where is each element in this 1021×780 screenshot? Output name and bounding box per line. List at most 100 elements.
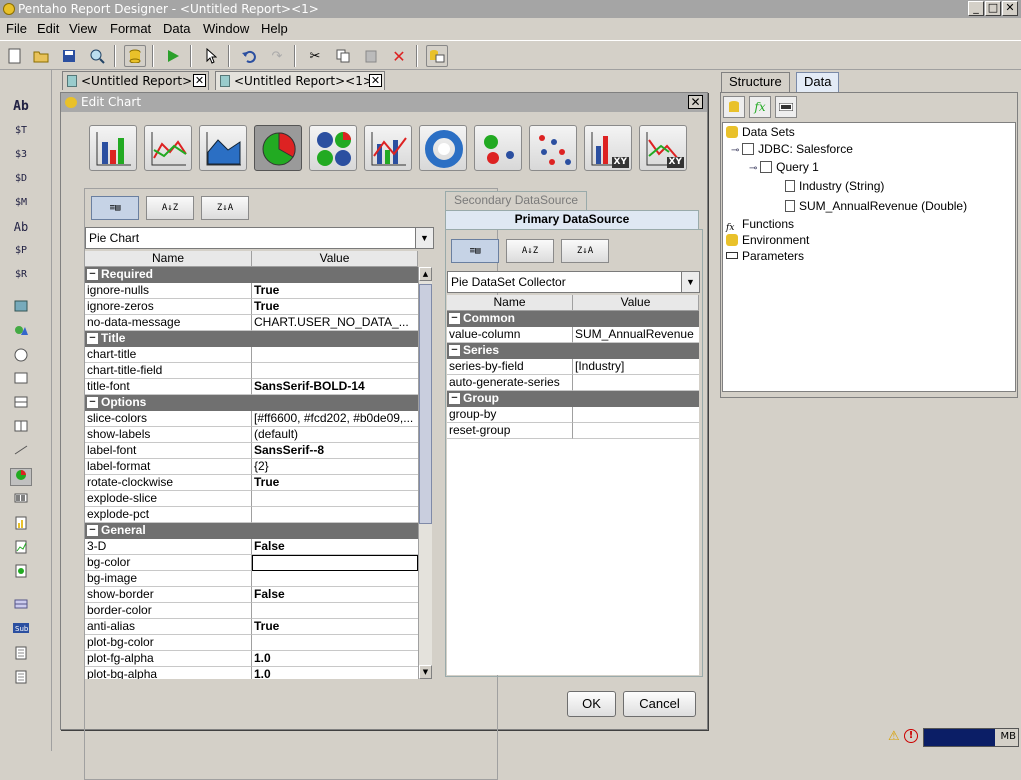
property-value[interactable]: CHART.USER_NO_DATA_... [252, 315, 418, 331]
property-group[interactable]: − Group [447, 391, 699, 407]
cut-icon[interactable]: ✂ [304, 45, 326, 67]
cancel-button[interactable]: Cancel [623, 691, 696, 717]
property-row[interactable]: explode-slice [85, 491, 418, 507]
sort-descending-button[interactable]: Z↓A [561, 239, 609, 263]
collapse-icon[interactable]: − [449, 345, 460, 356]
pie-sparkline-icon[interactable] [10, 564, 32, 582]
collapse-icon[interactable]: − [87, 333, 98, 344]
horizontal-line-icon[interactable] [10, 396, 32, 414]
palette-resource-message[interactable]: $P [10, 242, 32, 260]
property-value[interactable]: True [252, 299, 418, 315]
subreport-icon[interactable]: Sub [10, 622, 32, 640]
select-pointer-icon[interactable] [200, 45, 222, 67]
ring-chart-button[interactable] [419, 125, 467, 171]
warning-icon[interactable]: ⚠ [888, 729, 900, 744]
close-tab-icon[interactable]: ✕ [369, 74, 382, 87]
tree-query[interactable]: ⊸ Query 1 [749, 160, 819, 174]
add-function-icon[interactable]: fx [749, 96, 771, 118]
survey-scale-icon[interactable] [10, 444, 32, 462]
vertical-line-icon[interactable] [10, 420, 32, 438]
band-icon[interactable] [10, 598, 32, 616]
scroll-thumb[interactable] [419, 284, 432, 524]
property-value[interactable]: (default) [252, 427, 418, 443]
property-group[interactable]: − Title [85, 331, 418, 347]
multi-pie-chart-button[interactable] [309, 125, 357, 171]
property-row[interactable]: show-labels (default) [85, 427, 418, 443]
property-row[interactable]: chart-title-field [85, 363, 418, 379]
minimize-button[interactable]: _ [968, 1, 984, 16]
property-row[interactable]: bg-image [85, 571, 418, 587]
tree-environment[interactable]: Environment [726, 233, 809, 247]
tab-primary-datasource[interactable]: Primary DataSource [445, 210, 699, 229]
area-chart-button[interactable] [199, 125, 247, 171]
memory-indicator[interactable]: MB [923, 728, 1019, 747]
property-row[interactable]: value-column SUM_AnnualRevenue [447, 327, 699, 343]
property-value[interactable] [252, 571, 418, 587]
property-value[interactable] [573, 423, 699, 439]
redo-icon[interactable]: ↷ [266, 45, 288, 67]
property-value[interactable] [252, 491, 418, 507]
index-icon[interactable] [10, 670, 32, 688]
add-datasource-icon[interactable] [723, 96, 745, 118]
property-row[interactable]: no-data-message CHART.USER_NO_DATA_... [85, 315, 418, 331]
property-row[interactable]: ignore-zeros True [85, 299, 418, 315]
menu-window[interactable]: Window [203, 21, 249, 36]
image-field-icon[interactable] [10, 300, 32, 318]
property-row[interactable]: label-format {2} [85, 459, 418, 475]
open-icon[interactable] [30, 45, 52, 67]
property-value[interactable] [252, 635, 418, 651]
chevron-down-icon[interactable]: ▼ [681, 272, 699, 292]
collapse-icon[interactable]: − [87, 397, 98, 408]
properties-scrollbar[interactable]: ▲ ▼ [418, 267, 432, 679]
sort-ascending-button[interactable]: A↓Z [506, 239, 554, 263]
palette-text-field[interactable]: $T [10, 122, 32, 140]
property-row[interactable]: slice-colors [#ff6600, #fcd202, #b0de09,.… [85, 411, 418, 427]
tab-data[interactable]: Data [796, 72, 840, 92]
property-value[interactable]: SansSerif-BOLD-14 [252, 379, 418, 395]
run-icon[interactable] [162, 45, 184, 67]
property-value[interactable]: True [252, 619, 418, 635]
undo-icon[interactable] [238, 45, 260, 67]
property-row[interactable]: 3-D False [85, 539, 418, 555]
property-value[interactable]: 1.0 [252, 651, 418, 667]
palette-date-field[interactable]: $D [10, 170, 32, 188]
tab-structure[interactable]: Structure [721, 72, 790, 92]
sort-ascending-button[interactable]: A↓Z [146, 196, 194, 220]
palette-number-field[interactable]: $3 [10, 146, 32, 164]
property-row[interactable]: bg-color [85, 555, 418, 571]
preview-icon[interactable] [86, 45, 108, 67]
property-value[interactable]: True [252, 475, 418, 491]
bar-sparkline-icon[interactable] [10, 516, 32, 534]
pie-chart-button[interactable] [254, 125, 302, 171]
scroll-up-icon[interactable]: ▲ [419, 267, 432, 281]
property-value[interactable] [252, 363, 418, 379]
property-row[interactable]: group-by [447, 407, 699, 423]
property-value[interactable]: SUM_AnnualRevenue [573, 327, 699, 343]
simple-barcodes-icon[interactable] [10, 492, 32, 510]
ok-button[interactable]: OK [567, 691, 616, 717]
new-icon[interactable] [4, 45, 26, 67]
property-row[interactable]: show-border False [85, 587, 418, 603]
property-value[interactable] [252, 507, 418, 523]
scroll-down-icon[interactable]: ▼ [419, 665, 432, 679]
sort-descending-button[interactable]: Z↓A [201, 196, 249, 220]
copy-icon[interactable] [332, 45, 354, 67]
property-row[interactable]: ignore-nulls True [85, 283, 418, 299]
line-chart-button[interactable] [144, 125, 192, 171]
property-group[interactable]: − Options [85, 395, 418, 411]
property-group[interactable]: − General [85, 523, 418, 539]
property-row[interactable]: chart-title [85, 347, 418, 363]
tab-untitled-report-1[interactable]: <Untitled Report><1> ✕ [215, 71, 385, 90]
dataset-collector-select[interactable]: Pie DataSet Collector ▼ [447, 271, 700, 293]
line-sparkline-icon[interactable] [10, 540, 32, 558]
collapse-icon[interactable]: − [449, 393, 460, 404]
dialog-close-button[interactable]: ✕ [688, 95, 703, 109]
chart-type-select[interactable]: Pie Chart ▼ [85, 227, 434, 249]
chevron-down-icon[interactable]: ▼ [415, 228, 433, 248]
delete-icon[interactable]: ✕ [388, 45, 410, 67]
tab-untitled-report[interactable]: <Untitled Report> ✕ [62, 71, 209, 90]
property-value[interactable]: True [252, 283, 418, 299]
palette-message-field[interactable]: $M [10, 194, 32, 212]
tree-field-industry[interactable]: Industry (String) [785, 179, 884, 193]
property-value[interactable] [573, 407, 699, 423]
